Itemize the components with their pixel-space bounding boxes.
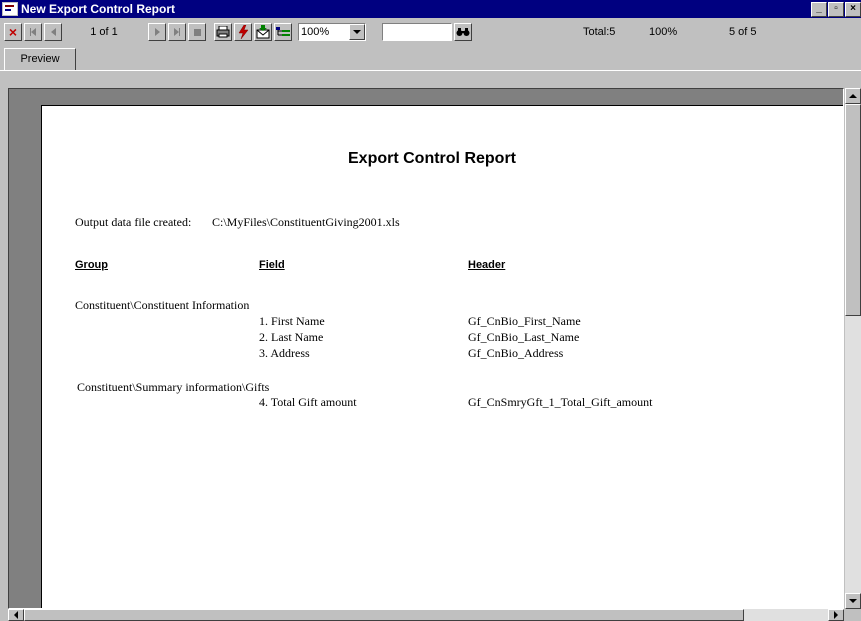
page-indicator: 1 of 1 <box>90 26 118 38</box>
close-window-button[interactable]: × <box>845 2 861 17</box>
zoom-select[interactable]: 100% <box>298 23 366 41</box>
report-app-icon <box>2 2 18 16</box>
preview-toolbar: × 1 of 1 100% Total:5 100% 5 of 5 <box>0 18 861 46</box>
printer-icon <box>216 26 230 38</box>
next-icon <box>154 28 160 36</box>
field-name: 3. Address <box>259 346 310 360</box>
zoom-dropdown-button[interactable] <box>349 24 365 40</box>
vertical-scrollbar[interactable] <box>845 88 861 609</box>
column-header-field: Field <box>259 259 285 271</box>
column-header-group: Group <box>75 259 108 271</box>
column-header-header: Header <box>468 259 506 271</box>
output-file-path: C:\MyFiles\ConstituentGiving2001.xls <box>212 215 400 229</box>
first-page-button[interactable] <box>24 23 42 41</box>
window-controls: _ ▫ × <box>811 2 861 17</box>
field-name: 2. Last Name <box>259 330 324 344</box>
minimize-button[interactable]: _ <box>811 2 827 17</box>
header-name: Gf_CnBio_First_Name <box>468 314 581 328</box>
binoculars-icon <box>456 28 470 36</box>
group-tree-button[interactable] <box>274 23 292 41</box>
vertical-scroll-thumb[interactable] <box>845 104 861 316</box>
title-bar: New Export Control Report _ ▫ × <box>0 0 861 18</box>
arrow-up-icon <box>849 94 857 98</box>
scroll-up-button[interactable] <box>845 88 861 104</box>
maximize-button[interactable]: ▫ <box>828 2 844 17</box>
report-page: Export Control Report Output data file c… <box>41 105 843 608</box>
previous-icon <box>50 28 56 36</box>
last-page-button[interactable] <box>168 23 186 41</box>
report-title: Export Control Report <box>348 150 516 167</box>
stop-button[interactable] <box>188 23 206 41</box>
horizontal-scrollbar[interactable] <box>8 609 844 621</box>
search-text-input[interactable] <box>382 23 452 41</box>
lightning-icon <box>238 25 249 39</box>
field-name: 1. First Name <box>259 314 325 328</box>
header-name: Gf_CnSmryGft_1_Total_Gift_amount <box>468 395 653 409</box>
group-name: Constituent\Summary information\Gifts <box>77 380 270 394</box>
previous-page-button[interactable] <box>44 23 62 41</box>
field-name: 4. Total Gift amount <box>259 395 357 409</box>
percent-label: 100% <box>649 26 678 38</box>
arrow-right-icon <box>834 611 838 619</box>
total-records-label: Total:5 <box>583 26 616 38</box>
header-name: Gf_CnBio_Address <box>468 346 564 360</box>
scroll-right-button[interactable] <box>828 609 844 621</box>
scroll-down-button[interactable] <box>845 593 861 609</box>
window-title: New Export Control Report <box>21 2 176 16</box>
next-page-button[interactable] <box>148 23 166 41</box>
tab-row: Preview <box>0 46 861 71</box>
zoom-value: 100% <box>301 26 330 38</box>
print-button[interactable] <box>214 23 232 41</box>
group-name: Constituent\Constituent Information <box>75 298 250 312</box>
header-name: Gf_CnBio_Last_Name <box>468 330 580 344</box>
scroll-left-button[interactable] <box>8 609 24 621</box>
email-button[interactable] <box>254 23 272 41</box>
cancel-button[interactable]: × <box>4 23 22 41</box>
export-button[interactable] <box>234 23 252 41</box>
export-envelope-icon <box>256 25 270 39</box>
arrow-left-icon <box>14 611 18 619</box>
chevron-down-icon <box>353 30 361 34</box>
horizontal-scroll-thumb[interactable] <box>24 609 744 621</box>
report-preview-area[interactable]: Export Control Report Output data file c… <box>8 88 844 609</box>
output-file-label: Output data file created: <box>75 215 192 229</box>
stop-icon <box>193 28 201 36</box>
arrow-down-icon <box>849 599 857 603</box>
tab-preview[interactable]: Preview <box>4 48 76 70</box>
record-count-label: 5 of 5 <box>729 26 757 38</box>
close-x-icon: × <box>8 24 18 40</box>
tree-icon <box>276 27 290 36</box>
search-button[interactable] <box>454 23 472 41</box>
